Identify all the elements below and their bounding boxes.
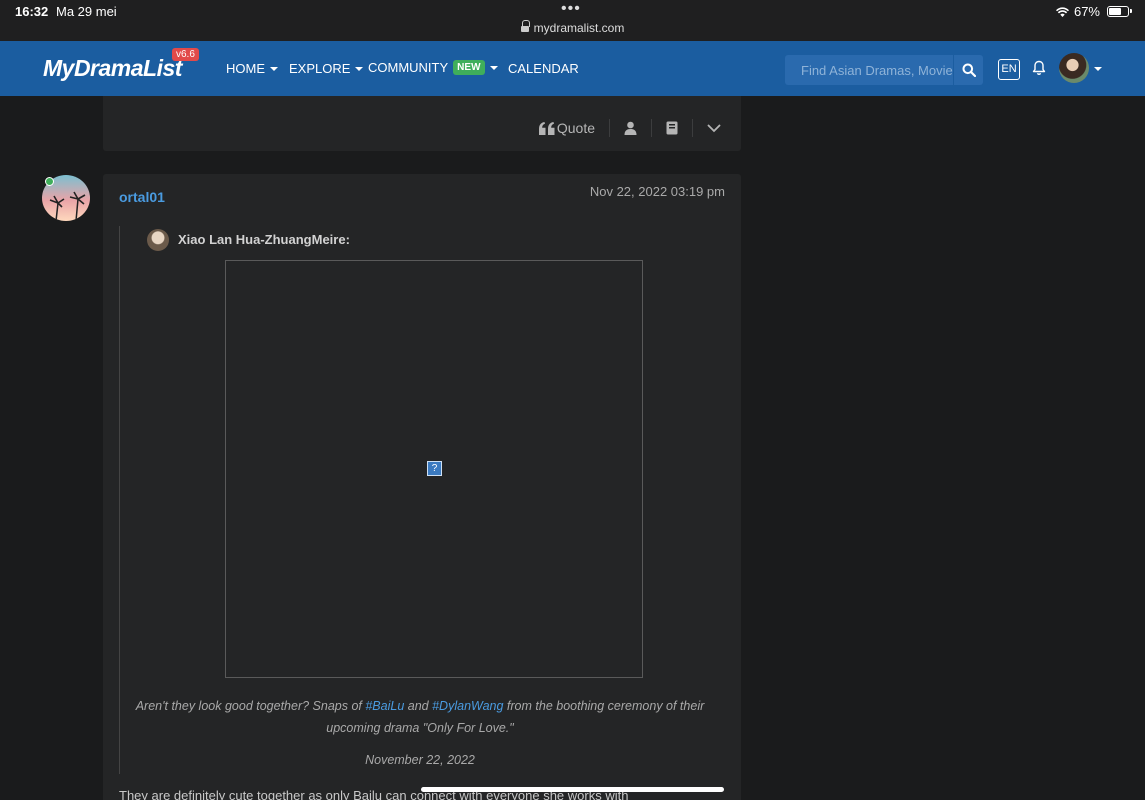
caption-text: Aren't they look good together? Snaps of	[135, 699, 366, 713]
previous-post-footer: Quote	[103, 96, 741, 151]
chevron-down-icon	[270, 66, 278, 71]
address-bar[interactable]: mydramalist.com	[0, 20, 1145, 35]
lock-icon	[520, 20, 530, 33]
quote-icon	[538, 121, 555, 135]
caption-text: and	[404, 699, 433, 713]
post-actions: Quote	[538, 119, 721, 137]
quote-label: Quote	[556, 120, 595, 136]
nav-calendar[interactable]: CALENDAR	[508, 61, 579, 76]
wifi-icon	[1055, 6, 1069, 17]
nav-calendar-label: CALENDAR	[508, 61, 579, 76]
main-navbar: MyDramaList v6.6 HOME EXPLORE COMMUNITY …	[0, 41, 1145, 96]
nav-home-label: HOME	[226, 61, 265, 76]
hashtag-link[interactable]: #BaiLu	[365, 699, 404, 713]
chevron-down-icon	[489, 65, 498, 70]
chevron-down-icon[interactable]	[1094, 67, 1102, 71]
version-badge: v6.6	[172, 48, 199, 61]
url-text: mydramalist.com	[533, 21, 625, 35]
divider	[692, 119, 693, 137]
nav-explore-label: EXPLORE	[289, 61, 351, 76]
online-status-indicator	[45, 177, 54, 186]
home-indicator[interactable]	[421, 787, 724, 792]
nav-community[interactable]: COMMUNITY NEW	[368, 60, 498, 75]
quoted-post: Xiao Lan Hua-ZhuangMeire: ? Aren't they …	[119, 226, 719, 774]
language-selector[interactable]: EN	[998, 59, 1020, 80]
nav-community-label: COMMUNITY	[368, 60, 449, 75]
status-right: 67%	[1055, 4, 1132, 19]
bell-icon[interactable]	[1032, 60, 1046, 76]
quote-button[interactable]: Quote	[538, 120, 595, 136]
hashtag-link[interactable]: #DylanWang	[432, 699, 503, 713]
search-input[interactable]	[785, 55, 953, 85]
site-logo[interactable]: MyDramaList	[43, 55, 182, 82]
nav-home[interactable]: HOME	[226, 61, 278, 76]
divider	[609, 119, 610, 137]
new-badge: NEW	[453, 60, 485, 75]
book-icon[interactable]	[666, 121, 678, 135]
quote-date: November 22, 2022	[365, 753, 475, 767]
battery-icon	[1107, 6, 1132, 17]
user-icon[interactable]	[624, 121, 637, 135]
multitasking-dots-icon[interactable]: •••	[561, 0, 581, 18]
chevron-down-icon[interactable]	[707, 124, 721, 133]
post-timestamp: Nov 22, 2022 03:19 pm	[589, 184, 725, 199]
nav-explore[interactable]: EXPLORE	[289, 61, 364, 76]
quoted-author[interactable]: Xiao Lan Hua-ZhuangMeire:	[178, 232, 350, 247]
post-username[interactable]: ortal01	[119, 189, 165, 205]
embedded-image: ?	[225, 260, 643, 678]
search-button[interactable]	[953, 55, 983, 85]
divider	[651, 119, 652, 137]
battery-percentage: 67%	[1073, 4, 1100, 19]
quoted-author-avatar[interactable]	[147, 229, 169, 251]
user-avatar[interactable]	[1059, 53, 1089, 83]
status-time: 16:32	[15, 4, 49, 19]
forum-post: ortal01 Nov 22, 2022 03:19 pm Xiao Lan H…	[103, 174, 741, 800]
ios-status-bar: 16:32 Ma 29 mei ••• mydramalist.com 67%	[0, 0, 1145, 41]
chevron-down-icon	[355, 66, 364, 71]
search-icon	[962, 63, 976, 77]
quote-caption: Aren't they look good together? Snaps of…	[120, 695, 720, 739]
broken-image-icon: ?	[427, 461, 442, 476]
status-date: Ma 29 mei	[56, 4, 117, 19]
